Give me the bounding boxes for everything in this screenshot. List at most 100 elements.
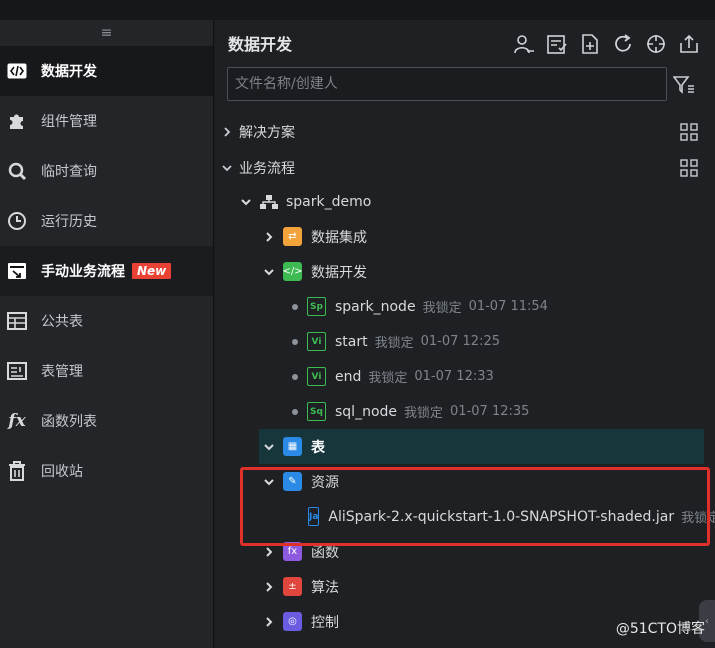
tree-node[interactable]: Sq sql_node 我锁定 01-07 12:35 bbox=[292, 394, 529, 429]
tree-node[interactable]: Vi end 我锁定 01-07 12:33 bbox=[292, 359, 494, 394]
tree-project[interactable]: spark_demo bbox=[236, 184, 371, 219]
top-bar bbox=[0, 0, 715, 20]
new-badge: New bbox=[132, 263, 172, 279]
node-time: 01-07 12:33 bbox=[414, 369, 494, 384]
code-icon bbox=[6, 60, 28, 82]
tree-table[interactable]: ▦ 表 bbox=[259, 429, 704, 464]
node-lock: 我锁定 bbox=[374, 336, 414, 351]
import-icon[interactable] bbox=[677, 32, 701, 56]
sidebar: ≡ 数据开发 组件管理 临时查询 运行历史 手动业务流程 New 公共表 表管理… bbox=[0, 20, 214, 648]
sidebar-item-history[interactable]: 运行历史 bbox=[0, 196, 213, 246]
highlight-annotation-box bbox=[240, 467, 710, 546]
tree-algorithm-label: 算法 bbox=[311, 579, 339, 596]
tree-project-label: spark_demo bbox=[286, 193, 372, 210]
panel-title: 数据开发 bbox=[228, 35, 293, 54]
table-manage-icon bbox=[6, 360, 28, 382]
sidebar-item-label: 函数列表 bbox=[41, 414, 97, 430]
tree-control-label: 控制 bbox=[311, 614, 339, 631]
new-file-icon[interactable] bbox=[578, 32, 602, 56]
sql-node-icon: Sq bbox=[307, 402, 326, 421]
node-name: start bbox=[335, 333, 368, 350]
tree-table-label: 表 bbox=[311, 439, 325, 456]
sidebar-item-label: 临时查询 bbox=[41, 164, 97, 180]
manual-flow-icon bbox=[6, 260, 28, 282]
status-dot bbox=[292, 373, 298, 380]
tree-data-integration-label: 数据集成 bbox=[311, 229, 367, 246]
chevron-right-icon[interactable] bbox=[215, 126, 239, 137]
tree-business-flow[interactable]: 业务流程 bbox=[215, 151, 705, 184]
search-input[interactable] bbox=[235, 76, 666, 92]
node-time: 01-07 12:35 bbox=[450, 404, 530, 419]
tree-node[interactable]: Vi start 我锁定 01-07 12:25 bbox=[292, 324, 500, 359]
function-icon: fx bbox=[8, 411, 26, 431]
tree-data-dev[interactable]: </> 数据开发 bbox=[259, 254, 367, 289]
node-time: 01-07 12:25 bbox=[420, 334, 500, 349]
sidebar-item-functions[interactable]: fx 函数列表 bbox=[0, 396, 213, 446]
tree-node[interactable]: Sp spark_node 我锁定 01-07 11:54 bbox=[292, 289, 548, 324]
chevron-down-icon[interactable] bbox=[215, 163, 239, 173]
tree-data-dev-label: 数据开发 bbox=[311, 264, 367, 281]
search-box[interactable] bbox=[227, 67, 667, 101]
chevron-right-icon[interactable] bbox=[259, 581, 279, 592]
spark-node-icon: Sp bbox=[307, 297, 326, 316]
node-lock: 我锁定 bbox=[404, 406, 444, 421]
tree-algorithm[interactable]: ± 算法 bbox=[259, 569, 339, 604]
table-icon bbox=[6, 310, 28, 332]
sidebar-item-label: 运行历史 bbox=[41, 214, 97, 230]
search-icon bbox=[6, 160, 28, 182]
sync-icon: ⇄ bbox=[283, 227, 302, 246]
node-lock: 我锁定 bbox=[368, 371, 408, 386]
node-name: spark_node bbox=[335, 298, 416, 315]
node-name: sql_node bbox=[335, 403, 398, 420]
user-icon[interactable] bbox=[512, 32, 536, 56]
status-dot bbox=[292, 338, 298, 345]
chevron-down-icon[interactable] bbox=[259, 442, 279, 452]
trash-icon bbox=[6, 460, 28, 482]
collapse-menu-icon[interactable]: ≡ bbox=[0, 20, 213, 46]
sidebar-item-table-manage[interactable]: 表管理 bbox=[0, 346, 213, 396]
grid-icon[interactable] bbox=[680, 159, 698, 181]
control-icon: ◎ bbox=[283, 612, 302, 631]
flow-tree-icon bbox=[260, 194, 278, 210]
node-name: end bbox=[335, 368, 362, 385]
code-icon: </> bbox=[282, 262, 303, 281]
toolbar bbox=[512, 32, 701, 56]
sidebar-item-label: 数据开发 bbox=[41, 64, 97, 80]
sidebar-item-data-dev[interactable]: 数据开发 bbox=[0, 46, 213, 96]
data-dev-panel: 数据开发 解决方案 bbox=[215, 20, 715, 648]
sidebar-item-component[interactable]: 组件管理 bbox=[0, 96, 213, 146]
refresh-icon[interactable] bbox=[611, 32, 635, 56]
filter-icon[interactable] bbox=[672, 75, 695, 99]
watermark: @51CTO博客 bbox=[615, 621, 705, 637]
sidebar-item-query[interactable]: 临时查询 bbox=[0, 146, 213, 196]
chevron-right-icon[interactable] bbox=[259, 546, 279, 557]
sidebar-item-label: 表管理 bbox=[41, 364, 83, 380]
sidebar-item-manual-flow[interactable]: 手动业务流程 New bbox=[0, 246, 213, 296]
sidebar-item-public-table[interactable]: 公共表 bbox=[0, 296, 213, 346]
tree-control[interactable]: ◎ 控制 bbox=[259, 604, 339, 639]
status-dot bbox=[292, 303, 298, 310]
table-icon: ▦ bbox=[283, 437, 302, 456]
checklist-icon[interactable] bbox=[545, 32, 569, 56]
node-lock: 我锁定 bbox=[422, 301, 462, 316]
tree-data-integration[interactable]: ⇄ 数据集成 bbox=[259, 219, 367, 254]
locate-icon[interactable] bbox=[644, 32, 668, 56]
tree-solutions-label: 解决方案 bbox=[239, 124, 295, 141]
sidebar-item-label: 组件管理 bbox=[41, 114, 97, 130]
sidebar-item-label: 手动业务流程 bbox=[41, 264, 125, 280]
status-dot bbox=[292, 408, 298, 415]
node-time: 01-07 11:54 bbox=[468, 299, 548, 314]
sidebar-item-label: 回收站 bbox=[41, 464, 83, 480]
chevron-down-icon[interactable] bbox=[236, 197, 256, 207]
chevron-down-icon[interactable] bbox=[259, 267, 279, 277]
clock-icon bbox=[6, 210, 28, 232]
chevron-right-icon[interactable] bbox=[259, 616, 279, 627]
sidebar-item-label: 公共表 bbox=[41, 314, 83, 330]
virtual-node-icon: Vi bbox=[307, 332, 326, 351]
tree-solutions[interactable]: 解决方案 bbox=[215, 115, 705, 148]
chevron-right-icon[interactable] bbox=[259, 231, 279, 242]
virtual-node-icon: Vi bbox=[307, 367, 326, 386]
grid-icon[interactable] bbox=[680, 123, 698, 145]
puzzle-icon bbox=[6, 110, 28, 132]
sidebar-item-recycle[interactable]: 回收站 bbox=[0, 446, 213, 496]
